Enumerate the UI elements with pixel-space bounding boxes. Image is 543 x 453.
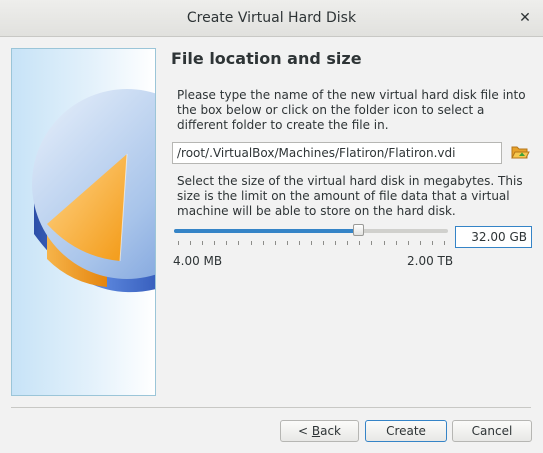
slider-tick [432,241,433,245]
slider-fill [174,229,358,233]
close-button[interactable]: ✕ [515,8,535,28]
folder-open-icon [511,146,530,159]
page-heading: File location and size [171,49,362,68]
slider-tick [251,241,252,245]
create-button[interactable]: Create [365,420,447,442]
slider-tick [347,241,348,245]
slider-tick [263,241,264,245]
slider-tick [275,241,276,245]
slider-tick [408,241,409,245]
slider-handle[interactable] [353,224,364,236]
slider-tick [299,241,300,245]
slider-tick [396,241,397,245]
slider-tick [190,241,191,245]
slider-tick [226,241,227,245]
back-label-rest: ack [320,424,341,438]
slider-tick [384,241,385,245]
choose-folder-button[interactable] [510,142,530,162]
slider-tick [311,241,312,245]
back-button[interactable]: < Back [280,420,359,442]
slider-tick [323,241,324,245]
file-path-input[interactable] [172,142,502,164]
slider-tick [202,241,203,245]
slider-tick [238,241,239,245]
slider-tick [371,241,372,245]
slider-tick [335,241,336,245]
slider-tick [214,241,215,245]
size-input[interactable] [455,226,532,248]
hard-disk-artwork [32,89,155,293]
button-separator [11,407,531,408]
location-description: Please type the name of the new virtual … [177,88,526,132]
size-max-label: 2.00 TB [407,254,454,268]
wizard-illustration [11,48,156,396]
slider-tick [178,241,179,245]
slider-tick [287,241,288,245]
cancel-button[interactable]: Cancel [452,420,532,442]
size-description: Select the size of the virtual hard disk… [177,174,523,218]
window-title: Create Virtual Hard Disk [186,10,357,26]
slider-tick [420,241,421,245]
slider-tick [359,241,360,245]
size-min-label: 4.00 MB [173,254,223,268]
slider-tick [444,241,445,245]
back-mnemonic: B [311,424,321,438]
title-bar: Create Virtual Hard Disk ✕ [0,0,543,37]
size-slider[interactable] [174,223,448,247]
back-prefix: < [297,424,312,438]
